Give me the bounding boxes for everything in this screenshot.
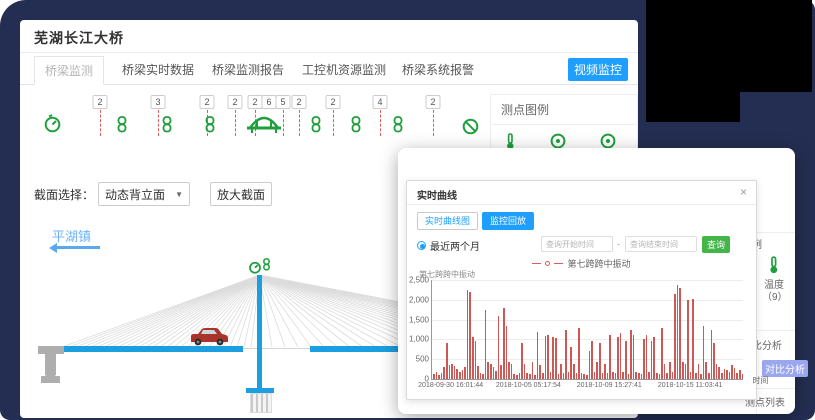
tab-ipc-resource[interactable]: 工控机资源监测 — [292, 56, 396, 85]
ban-sensor-icon[interactable] — [462, 118, 479, 135]
link-sensor-icon[interactable] — [204, 116, 216, 133]
dialog-header: 实时曲线 × — [407, 181, 756, 205]
y-tick-label: 1,500 — [409, 315, 429, 324]
tab-monitor-playback[interactable]: 监控回放 — [482, 212, 534, 230]
link-sensor-icon[interactable] — [392, 116, 404, 133]
query-start-time-input[interactable] — [541, 236, 613, 252]
sensor-count-badge: 2 — [228, 95, 243, 109]
legend-series-name: 第七跨跨中振动 — [567, 257, 630, 270]
y-tick-label: 500 — [416, 355, 429, 364]
y-tick-label: 2,500 — [409, 276, 429, 285]
sensor-count-badge: 2 — [93, 95, 108, 109]
sensor-marker-line — [283, 110, 284, 136]
page-title: 芜湖长江大桥 — [34, 28, 124, 48]
main-tabbar: 桥梁监测 桥梁实时数据 桥梁监测报告 工控机资源监测 桥梁系统报警 视频监控 — [20, 56, 638, 85]
bridge-sensor-icon[interactable] — [246, 112, 282, 134]
sensor-marker-line — [100, 110, 101, 136]
section-select-dropdown[interactable]: 动态背立面 ▼ — [98, 182, 190, 206]
last-two-months-radio[interactable] — [417, 241, 426, 250]
sensor-marker-line — [235, 110, 236, 136]
legend-circle-icon — [545, 261, 550, 266]
sensor-count-badge: 5 — [276, 95, 291, 109]
section-select-label: 截面选择： — [34, 186, 94, 203]
temperature-count: （9） — [762, 288, 788, 303]
x-tick-label: 2018-10-05 05:17:54 — [496, 382, 561, 389]
y-tick-label: 2,000 — [409, 295, 429, 304]
date-range-separator: - — [617, 239, 620, 249]
last-two-months-label: 最近两个月 — [430, 238, 480, 253]
sensor-count-badge: 4 — [373, 95, 388, 109]
x-tick-label: 2018-10-15 11:03:41 — [658, 382, 722, 389]
car-image — [188, 326, 230, 347]
section-select-value: 动态背立面 — [105, 186, 165, 203]
overlay-window: 测点图例 温度 （9） 对比分析 对比分析 测点列表 实时曲线 × 实时曲线图 … — [398, 148, 795, 414]
thermometer-icon — [768, 256, 780, 274]
video-monitor-button[interactable]: 视频监控 — [568, 58, 628, 81]
section-select-bar: 截面选择： 动态背立面 ▼ 放大截面 — [34, 182, 272, 206]
tab-realtime-curve[interactable]: 实时曲线图 — [417, 212, 478, 230]
bridge-side-label: 平湖镇 — [52, 226, 91, 245]
screenshot-stage: 芜湖长江大桥 桥梁监测 桥梁实时数据 桥梁监测报告 工控机资源监测 桥梁系统报警… — [0, 0, 815, 420]
left-abutment-stem — [45, 354, 56, 376]
legend-line-icon — [532, 263, 541, 264]
left-abutment — [38, 346, 64, 354]
bar-series — [433, 280, 743, 379]
point-legend-title: 测点图例 — [491, 95, 637, 125]
bridge-tower — [257, 275, 262, 397]
x-tick-label: 2018-09-30 16:01:44 — [418, 382, 483, 389]
sensor-count-badge: 2 — [248, 95, 263, 109]
link-sensor-icon[interactable] — [310, 116, 322, 133]
sensor-count-badge: 2 — [426, 95, 441, 109]
query-controls: 最近两个月 - 查询 — [407, 236, 756, 254]
tab-monitor-report[interactable]: 桥梁监测报告 — [202, 56, 294, 85]
sensor-marker-line — [333, 110, 334, 136]
sensor-marker-line — [158, 110, 159, 136]
chevron-down-icon: ▼ — [175, 190, 183, 199]
tower-link-icon[interactable] — [262, 258, 271, 271]
realtime-curve-dialog: 实时曲线 × 实时曲线图 监控回放 最近两个月 - 查询 — [406, 180, 757, 400]
divider — [20, 52, 638, 53]
x-axis-name: 时间 — [752, 375, 768, 386]
tab-system-alarm[interactable]: 桥梁系统报警 — [392, 56, 484, 85]
tower-gauge-icon[interactable] — [248, 260, 262, 274]
sensor-count-badge: 2 — [200, 95, 215, 109]
left-abutment-base — [41, 376, 60, 383]
deck-gap-line — [243, 348, 310, 349]
vibration-chart-plot: 2,500 2,000 1,500 1,000 500 0 2018-09-30… — [431, 280, 743, 380]
compare-analysis-button[interactable]: 对比分析 — [762, 360, 808, 377]
query-end-time-input[interactable] — [625, 236, 697, 252]
sensor-marker-line — [380, 110, 381, 136]
sensor-count-badge: 3 — [151, 95, 166, 109]
link-sensor-icon[interactable] — [161, 116, 173, 133]
close-icon[interactable]: × — [740, 186, 747, 198]
black-region-step — [646, 0, 740, 122]
left-arrow-icon — [52, 246, 100, 249]
link-sensor-icon[interactable] — [116, 116, 128, 133]
sensor-marker-line — [299, 110, 300, 136]
sensor-count-badge: 6 — [262, 95, 277, 109]
wind-gauge-icon[interactable] — [43, 114, 62, 133]
legend-line-icon — [554, 263, 563, 264]
dialog-title: 实时曲线 — [417, 187, 457, 202]
query-button[interactable]: 查询 — [702, 236, 730, 253]
sensor-count-badge: 2 — [292, 95, 307, 109]
zoom-section-button[interactable]: 放大截面 — [210, 182, 272, 206]
tab-realtime-data[interactable]: 桥梁实时数据 — [112, 56, 204, 85]
tower-pier — [250, 393, 272, 413]
sensor-marker-line — [433, 110, 434, 136]
link-sensor-icon[interactable] — [350, 116, 362, 133]
dialog-tabs: 实时曲线图 监控回放 — [417, 212, 534, 230]
tab-bridge-monitor[interactable]: 桥梁监测 — [34, 56, 104, 85]
y-tick-label: 1,000 — [409, 335, 429, 344]
x-tick-label: 2018-10-09 15:27:41 — [577, 382, 642, 389]
sensor-count-badge: 2 — [326, 95, 341, 109]
